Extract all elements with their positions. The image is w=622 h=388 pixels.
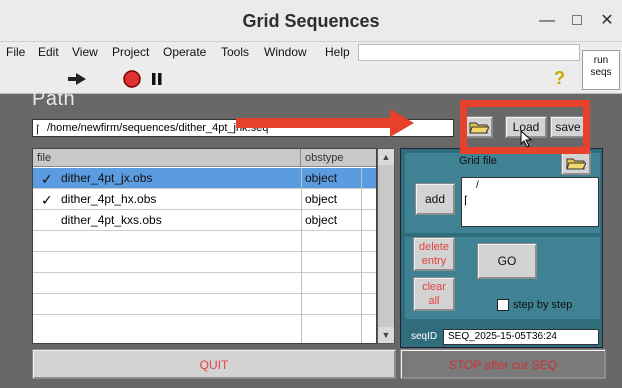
menu-window[interactable]: Window xyxy=(264,45,307,59)
step-by-step-checkbox[interactable] xyxy=(497,299,509,311)
table-row[interactable]: dither_4pt_kxs.obs object xyxy=(33,210,376,231)
grid-field-value: / xyxy=(476,180,479,191)
scroll-up-icon[interactable]: ▲ xyxy=(378,149,394,165)
path-cursor-icon: ⌈ xyxy=(36,124,41,136)
grid-browse-button[interactable] xyxy=(561,151,591,175)
step-by-step-label: step by step xyxy=(513,299,573,311)
go-button[interactable]: GO xyxy=(477,243,537,279)
row-obstype: object xyxy=(305,213,338,227)
checkmark-icon[interactable]: ✓ xyxy=(41,169,53,189)
quit-button[interactable]: QUIT xyxy=(32,349,396,379)
minimize-icon[interactable]: — xyxy=(536,10,558,32)
menu-operate[interactable]: Operate xyxy=(163,45,206,59)
title-bar: Grid Sequences — □ ✕ xyxy=(0,0,622,42)
seqid-field[interactable]: SEQ_2025-15-05T36:24 xyxy=(443,329,599,345)
table-row-empty[interactable] xyxy=(33,231,376,252)
table-scrollbar[interactable]: ▲ ▼ xyxy=(377,148,395,344)
row-obstype: object xyxy=(305,171,338,185)
table-row-empty[interactable] xyxy=(33,252,376,273)
row-obstype: object xyxy=(305,192,338,206)
table-header-file[interactable]: file xyxy=(33,149,301,167)
menu-file[interactable]: File xyxy=(6,45,25,59)
column-divider xyxy=(301,168,302,343)
stop-after-seq-button[interactable]: STOP after cur SEQ xyxy=(400,349,606,379)
folder-open-icon xyxy=(566,158,587,170)
menu-edit[interactable]: Edit xyxy=(38,45,59,59)
run-seqs-button[interactable]: run seqs xyxy=(582,50,620,90)
scroll-down-icon[interactable]: ▼ xyxy=(378,327,394,343)
clear-all-button[interactable]: clear all xyxy=(413,277,455,311)
path-label: Path xyxy=(32,88,76,110)
menu-project[interactable]: Project xyxy=(112,45,149,59)
row-file: dither_4pt_jx.obs xyxy=(61,171,153,185)
run-arrow-icon[interactable] xyxy=(66,71,88,87)
table-row[interactable]: ✓ dither_4pt_hx.obs object xyxy=(33,189,376,210)
delete-entry-button[interactable]: delete entry xyxy=(413,237,455,271)
grid-file-field[interactable]: ⌈ / xyxy=(461,177,599,227)
window-title: Grid Sequences xyxy=(242,11,380,31)
annotation-arrow-head xyxy=(390,109,414,137)
add-button[interactable]: add xyxy=(415,183,455,215)
seqid-label: seqID xyxy=(411,331,438,342)
maximize-icon[interactable]: □ xyxy=(566,10,588,32)
menu-help[interactable]: Help xyxy=(325,45,350,59)
stop-icon[interactable] xyxy=(122,69,142,89)
grid-panel: Grid file add ⌈ / delete entry clear all… xyxy=(400,148,603,348)
table-header-obstype[interactable]: obstype xyxy=(301,149,376,167)
column-divider xyxy=(361,168,362,343)
grid-cursor-icon: ⌈ xyxy=(464,195,469,207)
row-file: dither_4pt_hx.obs xyxy=(61,192,157,206)
table-row-empty[interactable] xyxy=(33,315,376,336)
close-icon[interactable]: ✕ xyxy=(596,10,618,32)
table-row[interactable]: ✓ dither_4pt_jx.obs object xyxy=(33,168,376,189)
table-row-empty[interactable] xyxy=(33,294,376,315)
menu-search-field[interactable] xyxy=(358,44,580,61)
checkmark-icon[interactable]: ✓ xyxy=(41,190,53,210)
app-window: Grid Sequences — □ ✕ File Edit View Proj… xyxy=(0,0,622,388)
annotation-highlight-box xyxy=(460,100,590,154)
table-row-empty[interactable] xyxy=(33,273,376,294)
annotation-arrow xyxy=(236,118,396,128)
file-table: file obstype ✓ dither_4pt_jx.obs object … xyxy=(32,148,377,344)
help-icon[interactable]: ? xyxy=(554,68,570,88)
toolbar: ? xyxy=(0,64,622,94)
menu-view[interactable]: View xyxy=(72,45,98,59)
row-file: dither_4pt_kxs.obs xyxy=(61,213,162,227)
menu-tools[interactable]: Tools xyxy=(221,45,249,59)
grid-file-label: Grid file xyxy=(459,155,497,167)
pause-icon[interactable] xyxy=(150,71,164,87)
menu-bar: File Edit View Project Operate Tools Win… xyxy=(0,42,622,64)
